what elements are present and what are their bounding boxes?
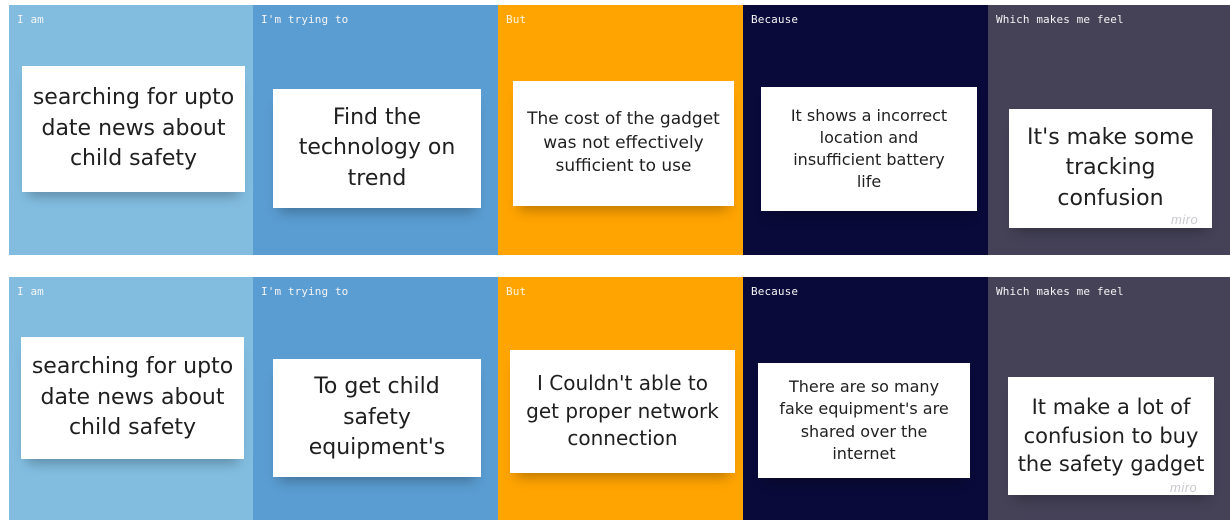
- column-header: I am: [17, 13, 44, 26]
- column-header: I am: [17, 285, 44, 298]
- column-header: But: [506, 13, 527, 26]
- column-header: I'm trying to: [261, 285, 349, 298]
- sticky-note-text: There are so many fake equipment's are s…: [779, 377, 949, 463]
- problem-statement-row-2: I am searching for upto date news about …: [9, 277, 1230, 520]
- column-trying-to: I'm trying to To get child safety equipm…: [253, 277, 498, 520]
- column-i-am: I am searching for upto date news about …: [9, 5, 253, 255]
- column-header: Because: [751, 285, 799, 298]
- sticky-note-text: I Couldn't able to get proper network co…: [526, 371, 719, 451]
- column-header: But: [506, 285, 527, 298]
- column-i-am: I am searching for upto date news about …: [9, 277, 253, 520]
- sticky-note-text: To get child safety equipment's: [308, 374, 446, 461]
- column-but: But I Couldn't able to get proper networ…: [498, 277, 743, 520]
- sticky-note[interactable]: To get child safety equipment's: [273, 359, 481, 477]
- column-but: But The cost of the gadget was not effec…: [498, 5, 743, 255]
- sticky-note[interactable]: I Couldn't able to get proper network co…: [510, 350, 735, 473]
- sticky-note-text: The cost of the gadget was not effective…: [527, 109, 720, 177]
- sticky-note[interactable]: Find the technology on trend: [273, 89, 481, 208]
- problem-statement-row-1: I am searching for upto date news about …: [9, 5, 1230, 255]
- column-which-makes-me-feel: Which makes me feel It make a lot of con…: [988, 277, 1230, 520]
- sticky-note-text: It's make some tracking confusion: [1027, 124, 1194, 211]
- sticky-note[interactable]: The cost of the gadget was not effective…: [513, 81, 734, 206]
- column-header: I'm trying to: [261, 13, 349, 26]
- problem-statement-board: I am searching for upto date news about …: [0, 0, 1230, 520]
- sticky-note-text: Find the technology on trend: [298, 104, 456, 191]
- column-which-makes-me-feel: Which makes me feel It's make some track…: [988, 5, 1230, 255]
- sticky-note[interactable]: It's make some tracking confusion: [1009, 109, 1212, 228]
- miro-logo: miro: [1171, 212, 1199, 227]
- sticky-note-text: It shows a incorrect location and insuff…: [790, 105, 948, 192]
- column-because: Because There are so many fake equipment…: [743, 277, 988, 520]
- sticky-note[interactable]: It shows a incorrect location and insuff…: [761, 87, 977, 211]
- sticky-note[interactable]: searching for upto date news about child…: [21, 337, 244, 459]
- column-header: Which makes me feel: [996, 285, 1124, 298]
- column-trying-to: I'm trying to Find the technology on tre…: [253, 5, 498, 255]
- column-because: Because It shows a incorrect location an…: [743, 5, 988, 255]
- sticky-note[interactable]: There are so many fake equipment's are s…: [758, 363, 970, 478]
- column-header: Which makes me feel: [996, 13, 1124, 26]
- sticky-note-text: searching for upto date news about child…: [31, 354, 234, 441]
- sticky-note[interactable]: It make a lot of confusion to buy the sa…: [1008, 377, 1214, 495]
- column-header: Because: [751, 13, 799, 26]
- miro-logo: miro: [1170, 480, 1198, 495]
- sticky-note[interactable]: searching for upto date news about child…: [22, 66, 245, 192]
- sticky-note-text: It make a lot of confusion to buy the sa…: [1017, 394, 1205, 477]
- sticky-note-text: searching for upto date news about child…: [32, 85, 235, 172]
